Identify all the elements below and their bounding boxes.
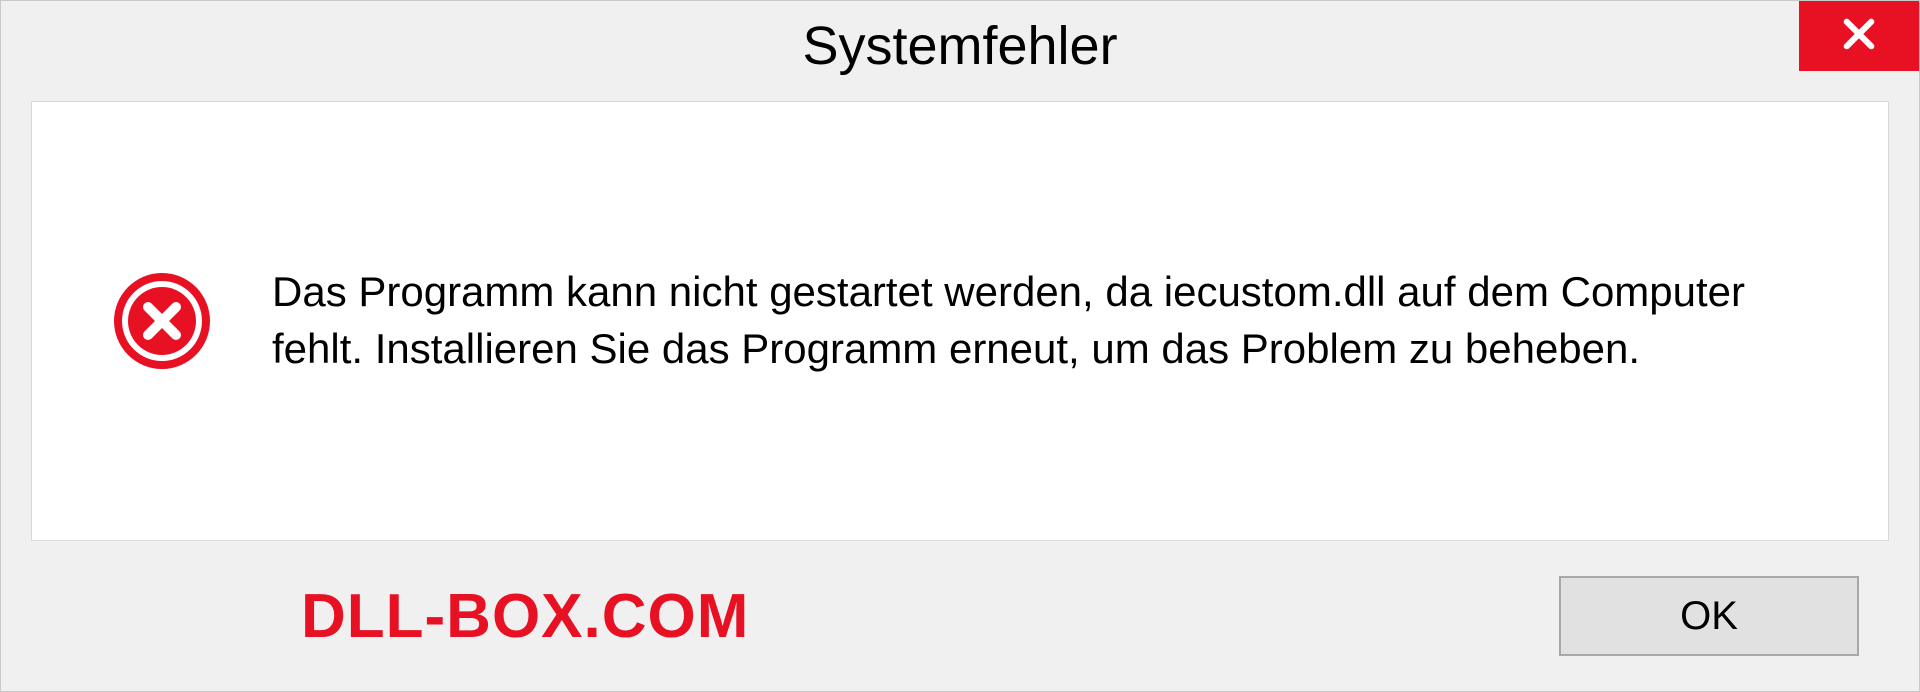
- close-icon: [1838, 13, 1880, 60]
- error-dialog: Systemfehler Das Programm kann nicht ges…: [0, 0, 1920, 692]
- message-panel: Das Programm kann nicht gestartet werden…: [31, 101, 1889, 541]
- watermark-text: DLL-BOX.COM: [301, 581, 749, 652]
- ok-button[interactable]: OK: [1559, 576, 1859, 656]
- dialog-footer: DLL-BOX.COM OK: [1, 541, 1919, 691]
- close-button[interactable]: [1799, 1, 1919, 71]
- error-icon: [112, 271, 212, 371]
- titlebar: Systemfehler: [1, 1, 1919, 91]
- dialog-title: Systemfehler: [802, 15, 1117, 77]
- error-message: Das Programm kann nicht gestartet werden…: [272, 264, 1808, 377]
